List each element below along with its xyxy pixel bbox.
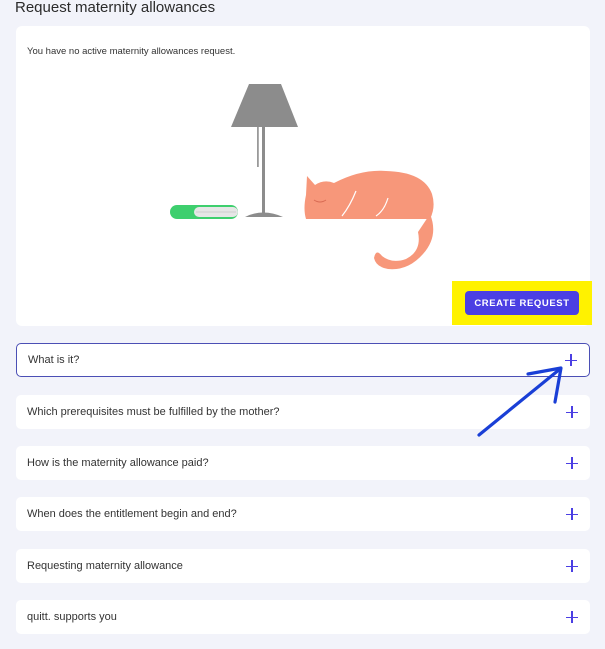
plus-icon[interactable] [566, 508, 578, 520]
plus-icon[interactable] [566, 560, 578, 572]
faq-item-label: Requesting maternity allowance [27, 560, 183, 572]
annotation-arrow-icon [477, 366, 563, 437]
lamp-icon [231, 84, 298, 217]
faq-item-payment[interactable]: How is the maternity allowance paid? [16, 446, 590, 480]
faq-item-quitt-support[interactable]: quitt. supports you [16, 600, 590, 634]
faq-item-label: What is it? [28, 354, 80, 366]
book-icon [170, 205, 238, 219]
faq-item-label: Which prerequisites must be fulfilled by… [27, 406, 280, 418]
cat-icon [304, 170, 434, 270]
faq-item-entitlement-period[interactable]: When does the entitlement begin and end? [16, 497, 590, 531]
plus-icon[interactable] [566, 611, 578, 623]
faq-item-label: quitt. supports you [27, 611, 117, 623]
faq-item-requesting[interactable]: Requesting maternity allowance [16, 549, 590, 583]
faq-item-label: When does the entitlement begin and end? [27, 508, 237, 520]
faq-item-label: How is the maternity allowance paid? [27, 457, 209, 469]
create-request-button[interactable]: CREATE REQUEST [465, 291, 579, 315]
page-title: Request maternity allowances [15, 0, 216, 16]
plus-icon[interactable] [566, 457, 578, 469]
